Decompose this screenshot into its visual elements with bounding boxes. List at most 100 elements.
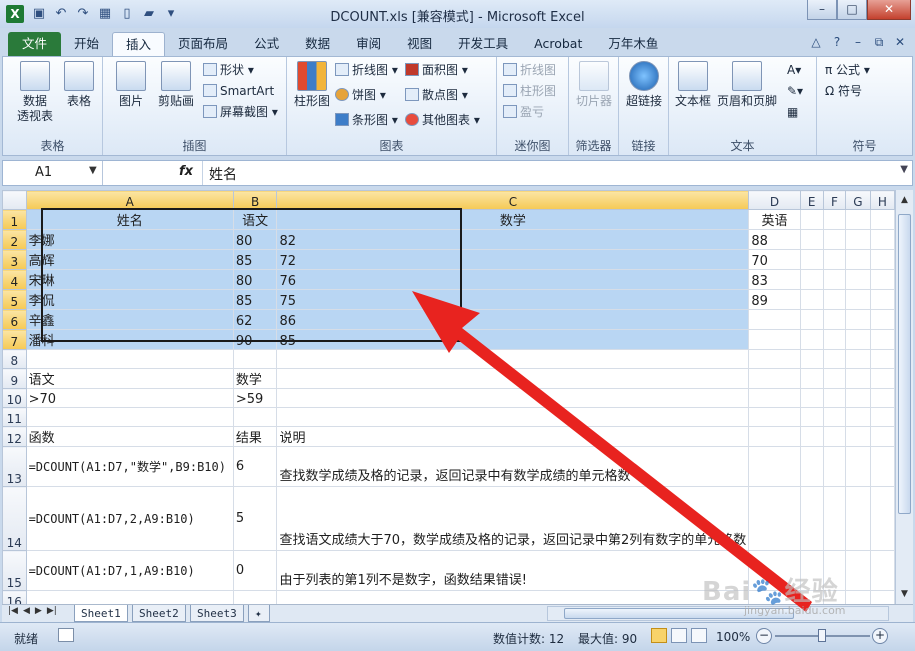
line-chart-button[interactable]: 折线图 ▾ xyxy=(335,61,398,79)
window-minimize-icon[interactable]: – xyxy=(849,33,867,51)
prev-sheet-icon[interactable]: ◀ xyxy=(23,606,30,616)
cell-h10[interactable] xyxy=(869,388,895,408)
cell-h13[interactable] xyxy=(869,446,895,487)
smartart-button[interactable]: SmartArt xyxy=(203,82,274,100)
vertical-scrollbar[interactable]: ▲ ▼ xyxy=(895,190,913,604)
cell-a2[interactable]: 李娜 xyxy=(25,229,234,250)
cell-h8[interactable] xyxy=(869,349,895,369)
cell-a11[interactable] xyxy=(25,407,234,427)
cell-a14[interactable]: =DCOUNT(A1:D7,2,A9:B10) xyxy=(25,486,234,551)
pivot-table-button[interactable]: 数据 透视表 xyxy=(13,61,57,124)
cell-c2[interactable]: 82 xyxy=(276,229,750,250)
first-sheet-icon[interactable]: |◀ xyxy=(8,606,18,616)
cell-d13[interactable] xyxy=(748,446,801,487)
cell-d5[interactable]: 89 xyxy=(748,289,801,310)
cell-h11[interactable] xyxy=(869,407,895,427)
tab-view[interactable]: 视图 xyxy=(394,32,445,56)
cell-g2[interactable] xyxy=(845,229,871,250)
row-header[interactable]: 15 xyxy=(2,550,27,591)
clipart-button[interactable]: 剪贴画 xyxy=(153,61,199,109)
bar-chart-button[interactable]: 条形图 ▾ xyxy=(335,111,398,129)
cell-d8[interactable] xyxy=(748,349,801,369)
column-header-b[interactable]: B xyxy=(232,190,278,210)
cell-h15[interactable] xyxy=(869,550,895,591)
cell-e6[interactable] xyxy=(799,309,824,330)
cell-g4[interactable] xyxy=(845,269,871,290)
cell-e11[interactable] xyxy=(799,407,824,427)
worksheet-grid[interactable]: A B C D E F G H 1 姓名 语文 数学 英语 2 李娜 80 82 88 3 高辉 85 7… xyxy=(2,190,895,604)
tab-data[interactable]: 数据 xyxy=(292,32,343,56)
cell-e1[interactable] xyxy=(799,209,824,230)
cell-d4[interactable]: 83 xyxy=(748,269,801,290)
tab-review[interactable]: 审阅 xyxy=(343,32,394,56)
help-icon[interactable]: ? xyxy=(828,33,846,51)
row-header[interactable]: 1 xyxy=(2,209,27,230)
cell-f13[interactable] xyxy=(822,446,847,487)
cell-d3[interactable]: 70 xyxy=(748,249,801,270)
row-header[interactable]: 12 xyxy=(2,426,27,447)
table-button[interactable]: 表格 xyxy=(61,61,97,109)
row-header[interactable]: 6 xyxy=(2,309,27,330)
pie-chart-button[interactable]: 饼图 ▾ xyxy=(335,86,386,104)
cell-g12[interactable] xyxy=(845,426,871,447)
cell-a12[interactable]: 函数 xyxy=(25,426,234,447)
row-header[interactable]: 9 xyxy=(2,368,27,389)
tab-acrobat[interactable]: Acrobat xyxy=(521,32,595,56)
page-break-view-icon[interactable] xyxy=(691,628,707,643)
cell-e14[interactable] xyxy=(799,486,824,551)
cell-a7[interactable]: 潘科 xyxy=(25,329,234,350)
cell-c16[interactable] xyxy=(276,590,750,604)
row-header[interactable]: 3 xyxy=(2,249,27,270)
cell-c12[interactable]: 说明 xyxy=(276,426,750,447)
cell-a6[interactable]: 辛鑫 xyxy=(25,309,234,330)
wordart-icon[interactable]: A▾ xyxy=(787,61,801,79)
cell-c14[interactable]: 查找语文成绩大于70，数学成绩及格的记录，返回记录中第2列有数字的单元格数 xyxy=(276,486,750,551)
column-header-e[interactable]: E xyxy=(799,190,824,210)
cell-e10[interactable] xyxy=(799,388,824,408)
select-all-button[interactable] xyxy=(2,190,27,210)
column-header-d[interactable]: D xyxy=(748,190,801,210)
cell-g1[interactable] xyxy=(845,209,871,230)
cell-d10[interactable] xyxy=(748,388,801,408)
sheet-tab-sheet1[interactable]: Sheet1 xyxy=(74,605,128,622)
cell-d7[interactable] xyxy=(748,329,801,350)
cell-f11[interactable] xyxy=(822,407,847,427)
vertical-scroll-thumb[interactable] xyxy=(898,214,911,514)
close-button[interactable]: ✕ xyxy=(867,0,911,20)
cell-g13[interactable] xyxy=(845,446,871,487)
scroll-down-icon[interactable]: ▼ xyxy=(896,586,913,602)
sheet-tab-sheet3[interactable]: Sheet3 xyxy=(190,605,244,622)
cell-g14[interactable] xyxy=(845,486,871,551)
cell-d11[interactable] xyxy=(748,407,801,427)
tab-developer[interactable]: 开发工具 xyxy=(445,32,521,56)
cell-g7[interactable] xyxy=(845,329,871,350)
cell-b2[interactable]: 80 xyxy=(232,229,278,250)
row-header[interactable]: 10 xyxy=(2,388,27,408)
cell-h9[interactable] xyxy=(869,368,895,389)
column-header-g[interactable]: G xyxy=(845,190,871,210)
last-sheet-icon[interactable]: ▶| xyxy=(47,606,57,616)
cell-d9[interactable] xyxy=(748,368,801,389)
cell-g11[interactable] xyxy=(845,407,871,427)
cell-g16[interactable] xyxy=(845,590,871,604)
tab-formulas[interactable]: 公式 xyxy=(241,32,292,56)
row-header[interactable]: 7 xyxy=(2,329,27,350)
cell-h5[interactable] xyxy=(869,289,895,310)
cell-d1[interactable]: 英语 xyxy=(748,209,801,230)
zoom-slider-thumb[interactable] xyxy=(818,629,826,642)
cell-a4[interactable]: 宋琳 xyxy=(25,269,234,290)
cell-d2[interactable]: 88 xyxy=(748,229,801,250)
zoom-level[interactable]: 100% xyxy=(716,630,750,644)
cell-a10[interactable]: >70 xyxy=(25,388,234,408)
row-header[interactable]: 14 xyxy=(2,486,27,551)
cell-h6[interactable] xyxy=(869,309,895,330)
window-close-icon[interactable]: ✕ xyxy=(891,33,909,51)
cell-h3[interactable] xyxy=(869,249,895,270)
cell-h4[interactable] xyxy=(869,269,895,290)
shapes-button[interactable]: 形状 ▾ xyxy=(203,61,254,79)
sparkline-winloss-button[interactable]: 盈亏 xyxy=(503,103,544,121)
column-header-h[interactable]: H xyxy=(869,190,895,210)
cell-c3[interactable]: 72 xyxy=(276,249,750,270)
tab-insert[interactable]: 插入 xyxy=(112,32,166,56)
cell-c1[interactable]: 数学 xyxy=(276,209,750,230)
